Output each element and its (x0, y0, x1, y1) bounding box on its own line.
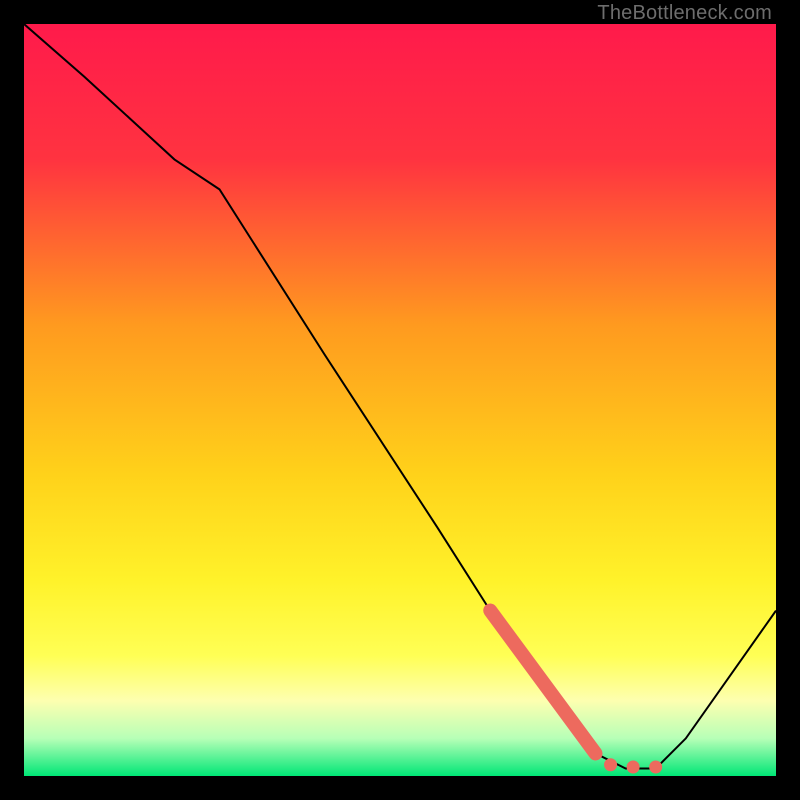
optimal-dot (627, 760, 640, 773)
gradient-background (24, 24, 776, 776)
optimal-dot (604, 758, 617, 771)
chart-frame: TheBottleneck.com (0, 0, 800, 800)
chart-svg (24, 24, 776, 776)
watermark-text: TheBottleneck.com (597, 2, 772, 25)
plot-area (24, 24, 776, 776)
optimal-dot (649, 760, 662, 773)
